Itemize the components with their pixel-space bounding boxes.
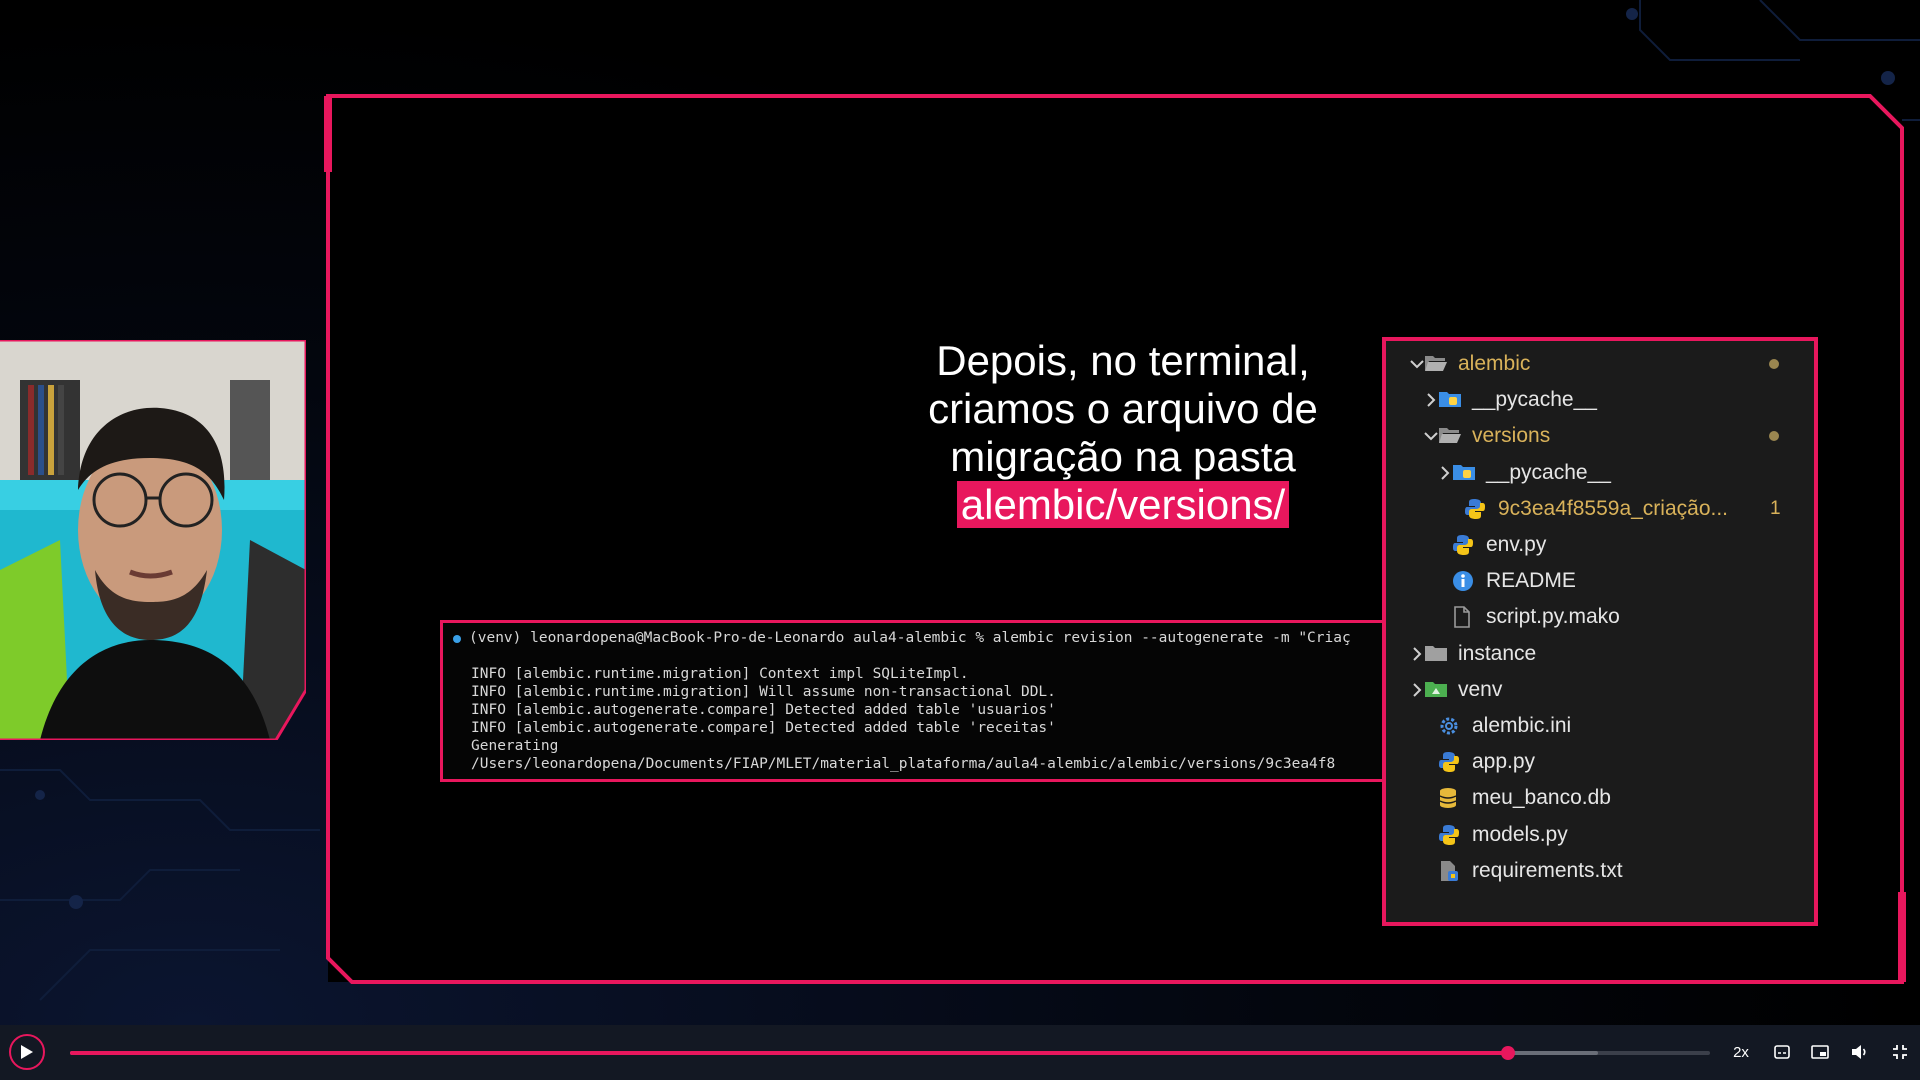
webcam-presenter-video: [0, 340, 306, 740]
explorer-item[interactable]: models.py: [1386, 818, 1814, 852]
headline-highlight: alembic/versions/: [956, 481, 1290, 528]
pycache-folder-icon: [1438, 389, 1462, 411]
explorer-item[interactable]: app.py: [1386, 745, 1814, 779]
headline-line-1: Depois, no terminal,: [936, 337, 1310, 384]
folder-open-icon: [1424, 353, 1448, 375]
explorer-item-label: __pycache__: [1472, 388, 1597, 412]
file-icon: [1452, 606, 1476, 629]
info-icon: [1452, 570, 1476, 592]
pycache-folder-icon: [1452, 462, 1476, 484]
explorer-item-label: __pycache__: [1486, 460, 1611, 484]
slide-headline: Depois, no terminal, criamos o arquivo d…: [895, 337, 1351, 529]
captions-icon: [1774, 1045, 1790, 1059]
explorer-item[interactable]: __pycache__: [1386, 456, 1814, 490]
explorer-item[interactable]: script.py.mako: [1386, 600, 1814, 634]
file-explorer-panel: alembic __pycache__ versions __pycache__ 9c3…: [1382, 337, 1818, 926]
explorer-item[interactable]: venv: [1386, 673, 1814, 707]
terminal-output: (venv) leonardopena@MacBook-Pro-de-Leona…: [440, 620, 1390, 782]
progress-bar[interactable]: [70, 1046, 1710, 1060]
explorer-item-label: venv: [1458, 677, 1503, 701]
picture-in-picture-button[interactable]: [1808, 1040, 1832, 1064]
explorer-item-label: README: [1486, 569, 1576, 593]
fullscreen-exit-button[interactable]: [1888, 1040, 1912, 1064]
venv-folder-icon: [1424, 679, 1448, 701]
explorer-item-label: requirements.txt: [1472, 858, 1623, 882]
explorer-item-label: models.py: [1472, 822, 1568, 846]
terminal-line: INFO [alembic.runtime.migration] Will as…: [471, 684, 1056, 700]
terminal-line: INFO [alembic.runtime.migration] Context…: [471, 666, 969, 682]
python-file-icon: [1438, 751, 1462, 773]
explorer-item[interactable]: alembic.ini: [1386, 709, 1814, 743]
modified-dot-icon: [1769, 359, 1779, 369]
python-file-icon: [1452, 534, 1476, 556]
explorer-item[interactable]: env.py: [1386, 528, 1814, 562]
explorer-item[interactable]: meu_banco.db: [1386, 781, 1814, 815]
explorer-item-label: alembic.ini: [1472, 714, 1572, 737]
headline-line-2: criamos o arquivo de: [928, 385, 1318, 432]
volume-icon: [1852, 1045, 1866, 1059]
explorer-item-label: meu_banco.db: [1472, 786, 1611, 810]
picture-in-picture-icon: [1811, 1045, 1829, 1059]
captions-button[interactable]: [1770, 1040, 1794, 1064]
python-file-icon: [1438, 824, 1462, 846]
playback-speed-button[interactable]: 2x: [1726, 1040, 1756, 1064]
terminal-line: Generating: [471, 738, 559, 754]
terminal-command-line: (venv) leonardopena@MacBook-Pro-de-Leona…: [469, 630, 1351, 646]
modified-dot-icon: [1769, 431, 1779, 442]
explorer-item[interactable]: requirements.txt: [1386, 854, 1814, 888]
play-icon: [21, 1045, 33, 1059]
explorer-item[interactable]: instance: [1386, 637, 1814, 671]
explorer-item-label: app.py: [1472, 750, 1536, 774]
explorer-item[interactable]: 9c3ea4f8559a_criação... 1: [1386, 492, 1814, 526]
explorer-item[interactable]: alembic: [1386, 347, 1814, 381]
explorer-item-label: script.py.mako: [1486, 605, 1620, 629]
terminal-line: INFO [alembic.autogenerate.compare] Dete…: [471, 702, 1056, 718]
terminal-line: INFO [alembic.autogenerate.compare] Dete…: [471, 720, 1056, 736]
python-file-icon: [1464, 498, 1488, 520]
explorer-item[interactable]: __pycache__: [1386, 383, 1814, 417]
database-icon: [1438, 787, 1462, 809]
fullscreen-exit-icon: [1893, 1045, 1907, 1059]
explorer-item-label: alembic: [1458, 352, 1531, 375]
folder-icon: [1424, 643, 1448, 665]
progress-played: [70, 1051, 1509, 1055]
requirements-file-icon: [1438, 860, 1462, 882]
explorer-item[interactable]: README: [1386, 564, 1814, 598]
problem-count-badge: 1: [1770, 497, 1781, 519]
explorer-item[interactable]: versions: [1386, 419, 1814, 453]
explorer-item-label: 9c3ea4f8559a_criação...: [1498, 496, 1729, 520]
folder-open-icon: [1438, 425, 1462, 447]
gear-icon: [1438, 715, 1462, 737]
terminal-line: /Users/leonardopena/Documents/FIAP/MLET/…: [471, 756, 1336, 772]
video-player-controls: 2x: [0, 1025, 1920, 1080]
headline-line-3: migração na pasta: [950, 433, 1296, 480]
explorer-item-label: versions: [1472, 424, 1551, 448]
explorer-item-label: instance: [1458, 641, 1537, 665]
progress-scrubber-handle[interactable]: [1501, 1046, 1516, 1060]
volume-button[interactable]: [1848, 1040, 1872, 1064]
explorer-item-label: env.py: [1486, 533, 1547, 556]
prompt-status-dot-icon: [453, 635, 461, 643]
play-button[interactable]: [9, 1034, 45, 1070]
video-stage: Depois, no terminal, criamos o arquivo d…: [0, 0, 1920, 1025]
